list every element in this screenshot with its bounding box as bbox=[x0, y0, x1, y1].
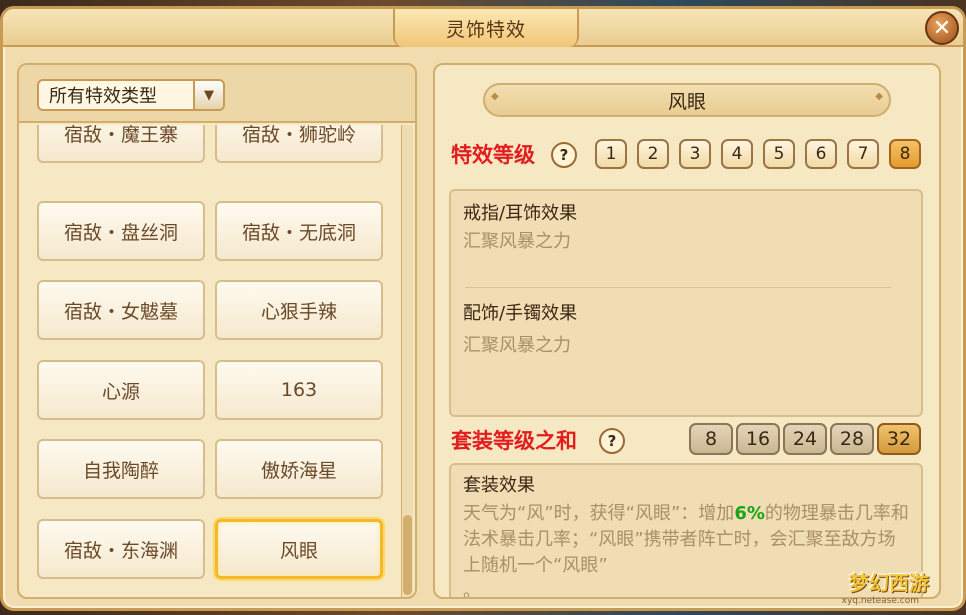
accessory-bracelet-effect-text: 汇聚风暴之力 bbox=[463, 335, 571, 356]
divider bbox=[465, 287, 891, 288]
spirit-accessory-effects-window: 灵饰特效 ✕ 所有特效类型 ▼ 宿敌・魔王寨 宿敌・狮驼岭 宿敌・盘丝洞 宿敌・… bbox=[0, 6, 966, 611]
set-level-button-32[interactable]: 32 bbox=[877, 423, 921, 455]
accessory-bracelet-effect-heading: 配饰/手镯效果 bbox=[463, 303, 578, 324]
watermark-url: xyq.netease.com bbox=[841, 596, 919, 606]
set-effect-heading: 套装效果 bbox=[463, 475, 535, 496]
filter-bar: 所有特效类型 ▼ bbox=[19, 65, 415, 123]
effect-detail-panel: 风眼 特效等级 ? 1 2 3 4 5 6 7 8 戒指/耳饰效果 汇聚风暴之力… bbox=[433, 63, 941, 599]
set-level-button-8[interactable]: 8 bbox=[689, 423, 733, 455]
ring-earring-effect-heading: 戒指/耳饰效果 bbox=[463, 203, 578, 224]
effect-type-dropdown[interactable]: 所有特效类型 ▼ bbox=[37, 79, 225, 111]
level-button-3[interactable]: 3 bbox=[679, 139, 711, 169]
dropdown-selected-value: 所有特效类型 bbox=[49, 86, 157, 107]
effects-scrollbar[interactable] bbox=[401, 125, 413, 597]
ring-earring-effect-text: 汇聚风暴之力 bbox=[463, 231, 571, 252]
game-logo-watermark: 梦幻西游 xyq.netease.com bbox=[819, 538, 959, 606]
effect-item[interactable]: 自我陶醉 bbox=[37, 439, 205, 499]
level-button-4[interactable]: 4 bbox=[721, 139, 753, 169]
effect-item-selected[interactable]: 风眼 bbox=[215, 519, 383, 579]
level-button-6[interactable]: 6 bbox=[805, 139, 837, 169]
watermark-text: 梦幻西游 bbox=[849, 571, 929, 595]
level-button-2[interactable]: 2 bbox=[637, 139, 669, 169]
help-icon[interactable]: ? bbox=[551, 142, 577, 168]
effect-item[interactable]: 心狠手辣 bbox=[215, 280, 383, 340]
effect-item[interactable]: 宿敌・魔王寨 bbox=[37, 125, 205, 163]
title-bar: 灵饰特效 ✕ bbox=[3, 9, 963, 47]
help-icon[interactable]: ? bbox=[599, 428, 625, 454]
effect-level-title: 特效等级 bbox=[451, 143, 535, 167]
set-level-sum-title: 套装等级之和 bbox=[451, 429, 577, 453]
effect-item[interactable]: 宿敌・东海渊 bbox=[37, 519, 205, 579]
set-desc-part: 天气为“风”时，获得“风眼”：增加 bbox=[463, 503, 735, 524]
effects-grid: 宿敌・魔王寨 宿敌・狮驼岭 宿敌・盘丝洞 宿敌・无底洞 宿敌・女魃墓 心狠手辣 … bbox=[19, 125, 403, 597]
effect-description-box: 戒指/耳饰效果 汇聚风暴之力 配饰/手镯效果 汇聚风暴之力 bbox=[449, 189, 923, 417]
set-level-button-24[interactable]: 24 bbox=[783, 423, 827, 455]
effect-item[interactable]: 心源 bbox=[37, 360, 205, 420]
set-level-button-16[interactable]: 16 bbox=[736, 423, 780, 455]
effect-item[interactable]: 163 bbox=[215, 360, 383, 420]
effect-item[interactable]: 宿敌・无底洞 bbox=[215, 201, 383, 261]
effect-name-banner: 风眼 bbox=[483, 83, 891, 117]
level-button-7[interactable]: 7 bbox=[847, 139, 879, 169]
effect-item[interactable]: 傲娇海星 bbox=[215, 439, 383, 499]
scroll-thumb[interactable] bbox=[403, 515, 412, 595]
level-button-1[interactable]: 1 bbox=[595, 139, 627, 169]
window-title: 灵饰特效 bbox=[393, 9, 579, 47]
set-desc-part: 。 bbox=[463, 581, 481, 599]
set-level-button-28[interactable]: 28 bbox=[830, 423, 874, 455]
level-button-8[interactable]: 8 bbox=[889, 139, 921, 169]
level-button-5[interactable]: 5 bbox=[763, 139, 795, 169]
effect-item[interactable]: 宿敌・盘丝洞 bbox=[37, 201, 205, 261]
chevron-down-icon[interactable]: ▼ bbox=[193, 81, 223, 109]
set-desc-percent: 6% bbox=[734, 503, 765, 524]
effect-item[interactable]: 宿敌・女魃墓 bbox=[37, 280, 205, 340]
effect-item[interactable]: 宿敌・狮驼岭 bbox=[215, 125, 383, 163]
effects-list-panel: 所有特效类型 ▼ 宿敌・魔王寨 宿敌・狮驼岭 宿敌・盘丝洞 宿敌・无底洞 宿敌・… bbox=[17, 63, 417, 599]
close-button[interactable]: ✕ bbox=[925, 11, 959, 45]
